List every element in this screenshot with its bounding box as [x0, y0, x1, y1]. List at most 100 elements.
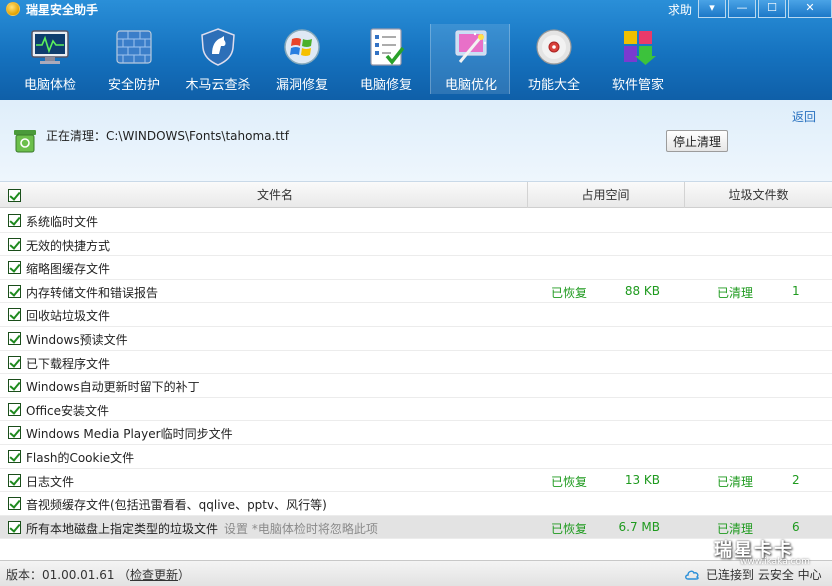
- tool-pc-repair[interactable]: 电脑修复: [346, 24, 426, 94]
- maximize-button[interactable]: ☐: [758, 0, 786, 18]
- row-name-text: 所有本地磁盘上指定类型的垃圾文件: [26, 521, 219, 536]
- paren-open: （: [118, 568, 131, 582]
- row-checkbox[interactable]: [8, 331, 21, 345]
- recycle-bin-icon: [14, 130, 36, 153]
- row-restore-status: 已恢复: [551, 474, 588, 489]
- tool-label: 木马云查杀: [185, 78, 251, 93]
- tool-security[interactable]: 安全防护: [94, 24, 174, 94]
- top-banner: 瑞星安全助手 求助 ▾ — ☐ ✕ 电脑体检 安全防护 木马云查杀 漏洞修复 电…: [0, 0, 832, 100]
- row-checkbox[interactable]: [8, 237, 21, 251]
- tool-software-manager[interactable]: 软件管家: [598, 24, 678, 94]
- tool-vuln-fix[interactable]: 漏洞修复: [262, 24, 342, 94]
- header-space[interactable]: 占用空间: [527, 182, 683, 208]
- table-row[interactable]: Windows预读文件: [0, 327, 832, 351]
- row-name: 内存转储文件和错误报告: [26, 284, 158, 301]
- cloud-icon: [685, 570, 699, 580]
- row-name: Windows自动更新时留下的补丁: [26, 378, 200, 395]
- table-row[interactable]: 已下载程序文件: [0, 351, 832, 375]
- tool-label: 电脑修复: [359, 78, 412, 93]
- watermark: 瑞星卡卡 www.ikaka.com: [700, 530, 828, 570]
- tool-label: 电脑体检: [23, 78, 76, 93]
- tool-pc-checkup[interactable]: 电脑体检: [10, 24, 90, 94]
- row-checkbox[interactable]: [8, 214, 21, 227]
- row-clean-status: 已清理: [717, 285, 754, 300]
- row-name-text: 已下载程序文件: [26, 356, 111, 371]
- row-name: 所有本地磁盘上指定类型的垃圾文件 设置 *电脑体检时将忽略此项: [26, 520, 378, 537]
- row-checkbox[interactable]: [8, 355, 21, 369]
- check-update: （检查更新）: [118, 566, 190, 583]
- table-row[interactable]: 系统临时文件: [0, 209, 832, 233]
- row-name: 回收站垃圾文件: [26, 307, 110, 324]
- help-link[interactable]: 求助: [668, 1, 692, 18]
- table-row[interactable]: 内存转储文件和错误报告 已恢复 88 KB 已清理 1: [0, 280, 832, 304]
- row-checkbox[interactable]: [8, 497, 21, 511]
- row-checkbox[interactable]: [8, 449, 21, 463]
- row-name: Flash的Cookie文件: [26, 449, 134, 466]
- row-checkbox[interactable]: [8, 473, 21, 487]
- tool-label: 功能大全: [527, 78, 580, 93]
- version-label: 版本：01.00.01.61: [6, 568, 115, 582]
- row-restore-status: 已恢复: [551, 521, 588, 536]
- firewall-icon: [116, 30, 152, 64]
- row-checkbox[interactable]: [8, 402, 21, 416]
- close-button[interactable]: ✕: [788, 0, 832, 18]
- table-row[interactable]: 日志文件 已恢复 13 KB 已清理 2: [0, 469, 832, 493]
- row-checkbox[interactable]: [8, 261, 21, 275]
- select-all-checkbox[interactable]: [8, 189, 21, 202]
- title-bar: 瑞星安全助手 求助 ▾ — ☐ ✕: [0, 0, 832, 18]
- tool-label: 漏洞修复: [275, 78, 328, 93]
- row-name: 无效的快捷方式: [26, 237, 110, 254]
- watermark-url: www.ikaka.com: [740, 557, 810, 567]
- row-name: 日志文件: [26, 473, 74, 490]
- header-file-name[interactable]: 文件名: [24, 182, 526, 208]
- tool-pc-optimize[interactable]: 电脑优化: [430, 24, 510, 94]
- back-link[interactable]: 返回: [792, 108, 816, 125]
- row-name-text: 回收站垃圾文件: [26, 309, 111, 324]
- table-row[interactable]: 缩略图缓存文件: [0, 256, 832, 280]
- table-row[interactable]: 无效的快捷方式: [0, 233, 832, 257]
- table-row[interactable]: 音视频缓存文件(包括迅雷看看、qqlive、pptv、风行等): [0, 492, 832, 516]
- row-checkbox[interactable]: [8, 284, 21, 298]
- table-row[interactable]: 回收站垃圾文件: [0, 303, 832, 327]
- tool-trojan-scan[interactable]: 木马云查杀: [178, 24, 258, 94]
- row-name-text: 内存转储文件和错误报告: [26, 285, 159, 300]
- header-junk-count[interactable]: 垃圾文件数: [684, 182, 832, 208]
- row-checkbox[interactable]: [8, 308, 21, 322]
- row-name-text: Windows自动更新时留下的补丁: [26, 380, 200, 395]
- row-name: 已下载程序文件: [26, 355, 110, 372]
- row-checkbox[interactable]: [8, 520, 21, 534]
- row-name: Office安装文件: [26, 402, 109, 419]
- row-checkbox[interactable]: [8, 379, 21, 393]
- row-name-text: 无效的快捷方式: [26, 238, 111, 253]
- row-checkbox[interactable]: [8, 426, 21, 440]
- row-name: 缩略图缓存文件: [26, 260, 110, 277]
- row-name-text: 缩略图缓存文件: [26, 262, 111, 277]
- row-name-text: 系统临时文件: [26, 215, 99, 229]
- cleaning-path: 正在清理：C:\WINDOWS\Fonts\tahoma.ttf: [46, 129, 289, 143]
- checklist-icon: [370, 28, 405, 66]
- magic-wand-icon: [455, 30, 487, 63]
- software-blocks-icon: [624, 31, 656, 65]
- table-row[interactable]: Flash的Cookie文件: [0, 445, 832, 469]
- check-update-link[interactable]: 检查更新: [130, 568, 178, 582]
- tool-label: 电脑优化: [444, 78, 497, 93]
- minimize-button[interactable]: —: [728, 0, 756, 18]
- table-row[interactable]: Windows自动更新时留下的补丁: [0, 374, 832, 398]
- row-settings-note[interactable]: 设置 *电脑体检时将忽略此项: [224, 522, 378, 536]
- app-logo-icon: [6, 2, 20, 16]
- table-row[interactable]: Windows Media Player临时同步文件: [0, 421, 832, 445]
- row-count: 1: [792, 283, 800, 298]
- row-name-text: 音视频缓存文件(包括迅雷看看、qqlive、pptv、风行等): [26, 498, 327, 513]
- shield-horse-icon: [201, 28, 235, 66]
- table-row[interactable]: Office安装文件: [0, 398, 832, 422]
- menu-button[interactable]: ▾: [698, 0, 726, 18]
- row-name-text: Office安装文件: [26, 403, 110, 418]
- disc-icon: [536, 29, 572, 65]
- tool-label: 安全防护: [107, 78, 160, 93]
- row-name: 系统临时文件: [26, 213, 98, 230]
- tool-features[interactable]: 功能大全: [514, 24, 594, 94]
- row-name: Windows Media Player临时同步文件: [26, 425, 233, 442]
- row-size: 88 KB: [624, 283, 660, 298]
- stop-cleaning-button[interactable]: 停止清理: [666, 130, 728, 152]
- row-clean-status: 已清理: [717, 474, 754, 489]
